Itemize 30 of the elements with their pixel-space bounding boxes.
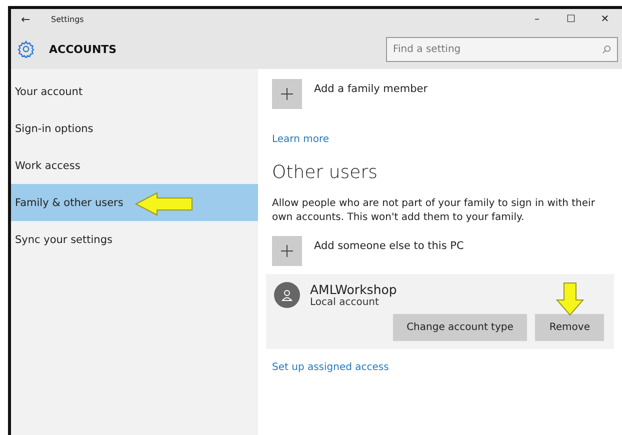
add-family-label[interactable]: Add a family member bbox=[314, 83, 428, 95]
plus-icon bbox=[281, 88, 293, 100]
user-card[interactable]: AMLWorkshop Local account Change account type Remove bbox=[266, 274, 614, 349]
add-user-label[interactable]: Add someone else to this PC bbox=[314, 240, 464, 252]
description-text: Allow people who are not part of your family to sign in with their own accounts. This won't add them to your family. bbox=[272, 197, 596, 224]
sidebar-item[interactable]: Family & other users bbox=[11, 184, 258, 221]
remove-button[interactable]: Remove bbox=[535, 314, 604, 341]
page-title: ACCOUNTS bbox=[49, 42, 118, 56]
learn-more-link[interactable]: Learn more bbox=[272, 134, 330, 145]
section-heading: Other users bbox=[272, 162, 378, 183]
close-button[interactable]: ✕ bbox=[588, 14, 622, 24]
sidebar-item[interactable]: Your account bbox=[11, 73, 258, 110]
window-title: Settings bbox=[51, 14, 85, 24]
add-user-button[interactable] bbox=[272, 236, 302, 266]
assigned-access-link[interactable]: Set up assigned access bbox=[272, 362, 389, 373]
search-icon bbox=[602, 44, 611, 54]
change-account-type-button[interactable]: Change account type bbox=[392, 314, 528, 341]
sidebar-item[interactable]: Work access bbox=[11, 147, 258, 184]
sidebar-item[interactable]: Sync your settings bbox=[11, 221, 258, 258]
back-button[interactable]: ← bbox=[21, 12, 51, 26]
sidebar-item[interactable]: Sign-in options bbox=[11, 110, 258, 147]
user-name: AMLWorkshop bbox=[310, 282, 397, 297]
minimize-button[interactable]: – bbox=[520, 14, 554, 24]
avatar-icon bbox=[274, 282, 300, 308]
gear-icon bbox=[17, 40, 35, 58]
plus-icon bbox=[281, 245, 293, 257]
account-type-text: Local account bbox=[310, 297, 380, 308]
search-field[interactable]: Find a setting bbox=[386, 36, 618, 62]
maximize-button[interactable]: ☐ bbox=[554, 14, 588, 24]
add-family-button[interactable] bbox=[272, 79, 302, 109]
